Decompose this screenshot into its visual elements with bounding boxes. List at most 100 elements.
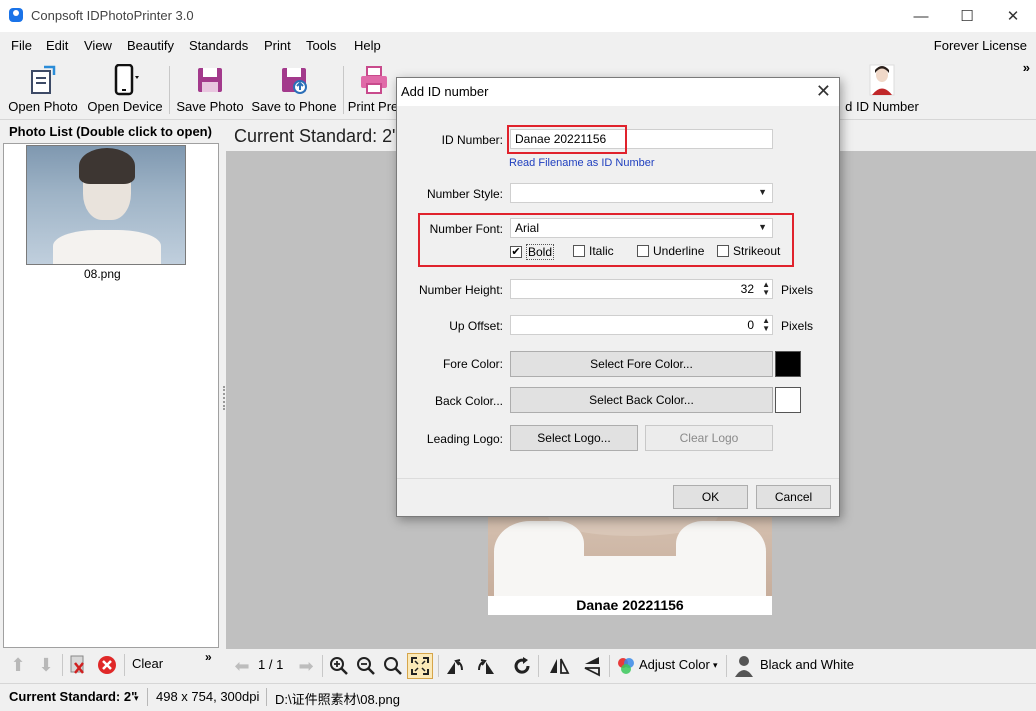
ok-button[interactable]: OK — [673, 485, 748, 509]
fore-color-label: Fore Color: — [442, 357, 503, 371]
up-offset-value: 0 — [747, 318, 754, 332]
rotate-left-icon[interactable] — [443, 654, 467, 678]
strikeout-label: Strikeout — [733, 244, 781, 258]
title-bar: Conpsoft IDPhotoPrinter 3.0 — ☐ ✕ — [0, 0, 1036, 32]
save-phone-icon — [279, 63, 309, 97]
checkbox-box — [637, 245, 649, 257]
spinner-arrows-icon[interactable]: ▲ ▼ — [762, 281, 770, 297]
person-silhouette-icon[interactable] — [732, 654, 756, 678]
clear-button[interactable]: Clear — [132, 656, 163, 671]
save-photo-label: Save Photo — [176, 99, 244, 114]
clear-logo-button[interactable]: Clear Logo — [645, 425, 773, 451]
italic-checkbox[interactable]: Italic — [573, 244, 614, 258]
pixels-unit-label: Pixels — [781, 283, 814, 297]
menu-tools[interactable]: Tools — [306, 38, 336, 53]
status-current-standard[interactable]: Current Standard: 2" — [9, 689, 137, 704]
minimize-button[interactable]: — — [898, 0, 944, 32]
select-logo-button[interactable]: Select Logo... — [510, 425, 638, 451]
up-offset-label: Up Offset: — [449, 319, 503, 333]
checkbox-box — [717, 245, 729, 257]
refresh-icon[interactable] — [510, 654, 534, 678]
strikeout-checkbox[interactable]: Strikeout — [717, 244, 780, 258]
thumbnail-body — [53, 230, 161, 264]
pixels-unit-label: Pixels — [781, 319, 814, 333]
status-file-path: D:\证件照素材\08.png — [275, 692, 400, 707]
license-label: Forever License — [933, 38, 1027, 53]
select-back-color-button[interactable]: Select Back Color... — [510, 387, 773, 413]
dialog-close-icon[interactable]: ✕ — [816, 81, 831, 102]
save-photo-button[interactable]: Save Photo — [175, 58, 245, 118]
add-id-number-button[interactable]: d ID Number — [842, 58, 922, 118]
view-toolbar: ⬅ 1 / 1 ➡ Adjust Color ▾ Black and White — [226, 649, 1036, 683]
spinner-arrows-icon[interactable]: ▲ ▼ — [762, 317, 770, 333]
separator — [62, 654, 63, 676]
back-color-swatch[interactable] — [775, 387, 801, 413]
fore-color-swatch[interactable] — [775, 351, 801, 377]
fit-window-icon[interactable] — [407, 653, 433, 679]
id-number-label: ID Number: — [441, 133, 503, 147]
list-overflow-chevron[interactable]: » — [205, 650, 212, 664]
photo-thumbnail[interactable] — [26, 145, 186, 265]
color-wheel-icon[interactable] — [614, 654, 638, 678]
number-font-label: Number Font: — [429, 222, 503, 236]
previous-page-icon[interactable]: ⬅ — [230, 654, 254, 678]
zoom-in-icon[interactable] — [327, 654, 351, 678]
save-to-phone-label: Save to Phone — [251, 99, 337, 114]
floppy-disk-icon — [195, 63, 225, 97]
dialog-body: ID Number: Danae 20221156 Read Filename … — [397, 106, 839, 478]
zoom-out-icon[interactable] — [354, 654, 378, 678]
separator — [322, 655, 323, 677]
status-dimensions: 498 x 754, 300dpi — [156, 689, 260, 704]
bold-checkbox[interactable]: ✔ Bold — [510, 244, 555, 260]
thumbnail-hair — [79, 148, 135, 184]
menu-view[interactable]: View — [84, 38, 112, 53]
cancel-button[interactable]: Cancel — [756, 485, 831, 509]
photo-list[interactable]: 08.png — [3, 143, 219, 648]
menu-print[interactable]: Print — [264, 38, 291, 53]
open-device-button[interactable]: Open Device — [86, 58, 164, 118]
separator — [609, 655, 610, 677]
read-filename-link[interactable]: Read Filename as ID Number — [509, 157, 655, 169]
print-preview-button[interactable]: Print Pre — [348, 58, 398, 118]
menu-help[interactable]: Help — [354, 38, 381, 53]
adjust-color-button[interactable]: Adjust Color — [639, 657, 710, 672]
open-photo-label: Open Photo — [8, 99, 78, 114]
move-up-icon[interactable]: ⬆ — [6, 653, 30, 677]
move-down-icon[interactable]: ⬇ — [34, 653, 58, 677]
flip-vertical-icon[interactable] — [580, 654, 604, 678]
checkbox-box — [573, 245, 585, 257]
number-height-input[interactable]: 32 ▲ ▼ — [510, 279, 773, 299]
id-portrait-icon — [867, 63, 897, 97]
italic-label: Italic — [589, 244, 614, 258]
dialog-footer: OK Cancel — [397, 478, 839, 516]
printer-icon — [358, 63, 388, 97]
leading-logo-label: Leading Logo: — [426, 432, 503, 446]
number-style-select[interactable]: ▼ — [510, 183, 773, 203]
black-and-white-button[interactable]: Black and White — [760, 657, 854, 672]
id-number-highlight — [507, 125, 627, 154]
zoom-fit-icon[interactable] — [381, 654, 405, 678]
rotate-right-icon[interactable] — [474, 654, 498, 678]
menu-standards[interactable]: Standards — [189, 38, 248, 53]
next-page-icon[interactable]: ➡ — [294, 654, 318, 678]
save-to-phone-button[interactable]: Save to Phone — [250, 58, 338, 118]
select-fore-color-button[interactable]: Select Fore Color... — [510, 351, 773, 377]
maximize-button[interactable]: ☐ — [944, 0, 990, 32]
up-offset-input[interactable]: 0 ▲ ▼ — [510, 315, 773, 335]
underline-checkbox[interactable]: Underline — [637, 244, 704, 258]
open-photo-button[interactable]: Open Photo — [6, 58, 80, 118]
standard-dropdown-icon[interactable]: ▾ — [134, 693, 139, 704]
close-window-button[interactable]: ✕ — [990, 0, 1036, 32]
status-bar: Current Standard: 2" ▾ 498 x 754, 300dpi… — [0, 683, 1036, 711]
menu-edit[interactable]: Edit — [46, 38, 68, 53]
menu-file[interactable]: File — [11, 38, 32, 53]
remove-file-icon[interactable] — [66, 653, 90, 677]
separator — [726, 655, 727, 677]
number-font-select[interactable]: Arial ▼ — [510, 218, 773, 238]
menu-beautify[interactable]: Beautify — [127, 38, 174, 53]
delete-icon[interactable] — [95, 653, 119, 677]
adjust-color-dropdown-icon[interactable]: ▾ — [713, 660, 718, 671]
toolbar-overflow-chevron[interactable]: » — [1023, 60, 1030, 75]
window-title: Conpsoft IDPhotoPrinter 3.0 — [31, 8, 194, 23]
flip-horizontal-icon[interactable] — [547, 654, 571, 678]
